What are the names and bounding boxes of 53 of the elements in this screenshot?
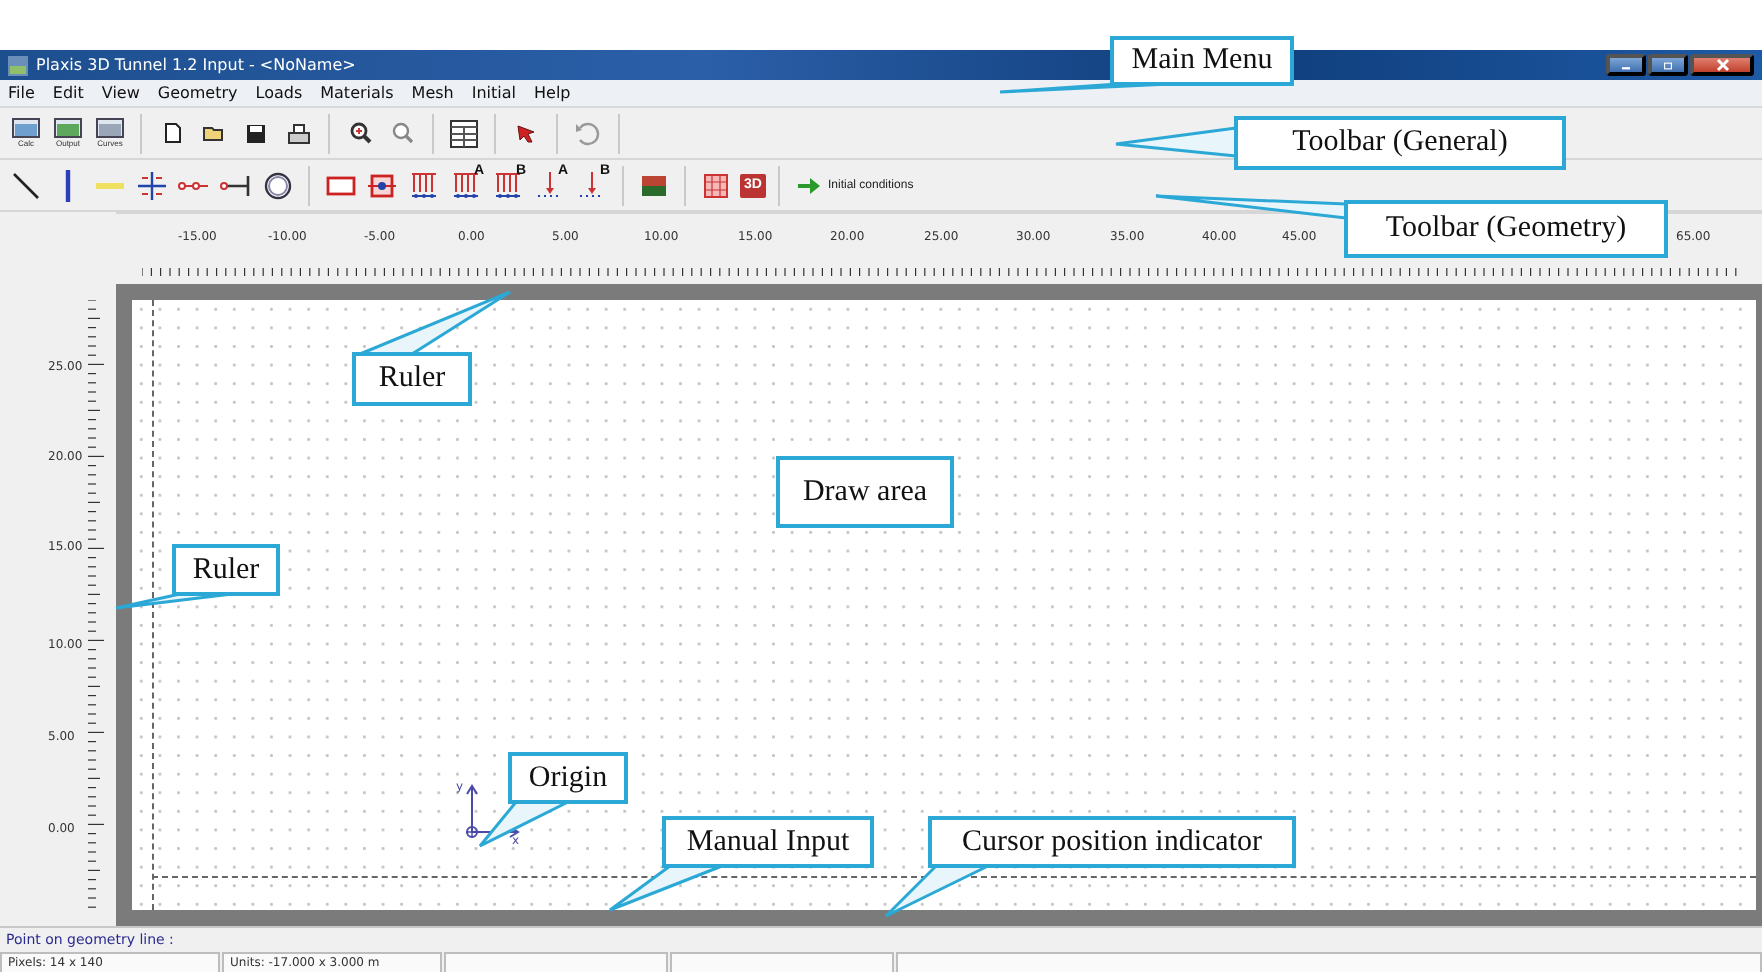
menu-item[interactable]: Loads bbox=[255, 84, 303, 102]
document-icon bbox=[163, 122, 181, 144]
arrow-icon bbox=[798, 177, 822, 193]
save-icon bbox=[246, 123, 266, 143]
minimize-button[interactable] bbox=[1606, 54, 1646, 76]
printer-icon bbox=[287, 123, 309, 143]
fixity-arrows-icon bbox=[138, 171, 166, 199]
menu-item[interactable]: Initial bbox=[471, 84, 516, 102]
folder-icon bbox=[202, 124, 226, 142]
dash-icon bbox=[96, 181, 124, 189]
screen-icon bbox=[96, 118, 124, 138]
menu-item[interactable]: File bbox=[8, 84, 35, 102]
mesh-icon bbox=[704, 173, 728, 197]
callout-label: Origin bbox=[508, 752, 628, 804]
menu-item[interactable]: Materials bbox=[320, 84, 394, 102]
window-title: Plaxis 3D Tunnel 1.2 Input - <NoName> bbox=[36, 56, 356, 74]
menu-item[interactable]: Help bbox=[534, 84, 571, 102]
anchor-icon bbox=[220, 175, 252, 195]
zoom-out-icon bbox=[391, 122, 413, 144]
circle-icon bbox=[264, 171, 292, 199]
maximize-button[interactable] bbox=[1648, 54, 1688, 76]
zoom-in-icon bbox=[349, 122, 371, 144]
material-icon bbox=[642, 175, 666, 195]
menu-item[interactable]: Geometry bbox=[157, 84, 238, 102]
menu-item[interactable]: Mesh bbox=[411, 84, 454, 102]
callout-label: Toolbar (General) bbox=[1234, 116, 1566, 170]
callout-label: Ruler bbox=[172, 544, 280, 596]
menu-item[interactable]: Edit bbox=[52, 84, 84, 102]
vertical-line-icon bbox=[62, 169, 74, 201]
screen-icon bbox=[12, 118, 40, 138]
line-icon bbox=[12, 171, 40, 199]
spring-icon bbox=[178, 179, 210, 191]
callout-label: Main Menu bbox=[1110, 36, 1294, 86]
leader-line bbox=[884, 864, 990, 918]
callout-label: Manual Input bbox=[662, 816, 874, 868]
close-button[interactable] bbox=[1690, 54, 1754, 76]
close-icon bbox=[1715, 58, 1729, 72]
distributed-load-icon bbox=[410, 169, 438, 201]
leader-line bbox=[608, 864, 724, 912]
menu-item[interactable]: View bbox=[101, 84, 140, 102]
callout-label: Draw area bbox=[776, 456, 954, 528]
rectangle-icon bbox=[325, 175, 355, 195]
pointer-icon bbox=[516, 123, 536, 143]
app-icon bbox=[8, 55, 28, 75]
maximize-icon bbox=[1664, 59, 1672, 71]
table-icon bbox=[450, 119, 478, 147]
leader-line bbox=[478, 800, 570, 848]
callout-label: Toolbar (Geometry) bbox=[1344, 200, 1668, 258]
callout-label: Ruler bbox=[352, 352, 472, 406]
node-square-icon bbox=[368, 171, 396, 199]
screen-icon bbox=[54, 118, 82, 138]
callout-label: Cursor position indicator bbox=[928, 816, 1296, 868]
undo-icon bbox=[574, 119, 602, 147]
